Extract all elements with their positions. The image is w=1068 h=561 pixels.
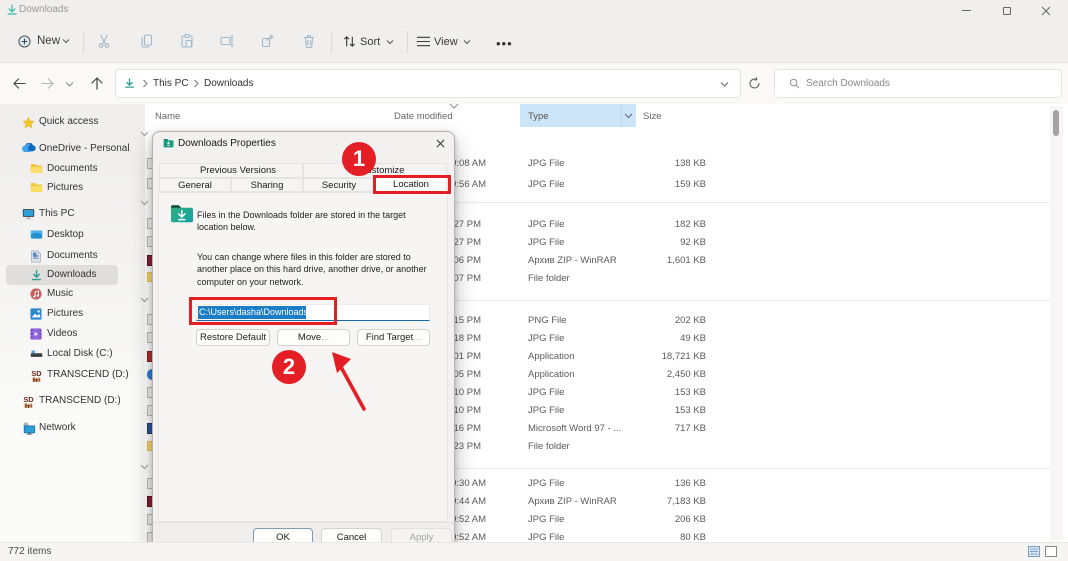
svg-text:SD: SD: [23, 395, 34, 404]
svg-text:SD: SD: [31, 369, 42, 378]
